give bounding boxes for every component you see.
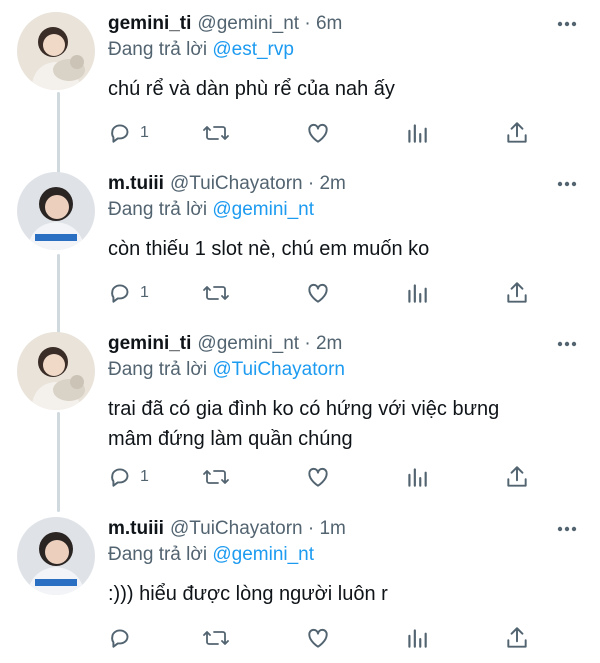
more-options-icon[interactable] <box>556 519 578 539</box>
like-button[interactable] <box>304 278 332 308</box>
avatar[interactable] <box>17 172 95 250</box>
share-button[interactable] <box>504 623 530 653</box>
more-options-icon[interactable] <box>556 174 578 194</box>
replying-to: Đang trả lời @TuiChayatorn <box>108 358 345 382</box>
author-name[interactable]: m.tuiii <box>108 173 164 194</box>
tweet-text: trai đã có gia đình ko có hứng với việc … <box>108 394 578 454</box>
author-handle[interactable]: @TuiChayatorn <box>170 518 303 539</box>
share-icon <box>507 122 527 143</box>
share-icon <box>507 282 527 303</box>
retweet-icon <box>203 286 229 300</box>
reply-icon <box>111 629 129 648</box>
tweet[interactable]: gemini_ti @gemini_nt · 2m Đang trả lời @T… <box>0 332 600 508</box>
reply-button[interactable]: 1 <box>108 462 149 492</box>
analytics-button[interactable] <box>404 278 430 308</box>
replying-label: Đang trả lời <box>108 544 208 565</box>
analytics-icon <box>408 629 427 648</box>
avatar[interactable] <box>17 517 95 595</box>
tweet[interactable]: m.tuiii @TuiChayatorn · 1m Đang trả lời @… <box>0 517 600 663</box>
analytics-icon <box>408 124 427 143</box>
tweet-actions: 1 <box>108 278 540 308</box>
reply-count: 1 <box>140 284 149 301</box>
reply-icon <box>111 124 129 143</box>
like-button[interactable] <box>304 623 332 653</box>
tweet-text: chú rể và dàn phù rể của nah ấy <box>108 74 578 104</box>
more-options-icon[interactable] <box>556 334 578 354</box>
reply-count: 1 <box>140 124 149 141</box>
author-name[interactable]: gemini_ti <box>108 13 191 34</box>
analytics-button[interactable] <box>404 462 430 492</box>
retweet-icon <box>203 470 229 484</box>
reply-button[interactable]: 1 <box>108 118 149 148</box>
reply-mention[interactable]: @est_rvp <box>212 39 294 60</box>
analytics-icon <box>408 284 427 303</box>
heart-icon <box>308 123 328 143</box>
like-button[interactable] <box>304 118 332 148</box>
tweet-actions <box>108 623 540 653</box>
reply-mention[interactable]: @TuiChayatorn <box>212 359 345 380</box>
heart-icon <box>308 283 328 303</box>
tweet-time[interactable]: · 2m <box>304 333 342 354</box>
retweet-icon <box>203 126 229 140</box>
replying-to: Đang trả lời @est_rvp <box>108 38 294 62</box>
replying-label: Đang trả lời <box>108 359 208 380</box>
reply-icon <box>111 284 129 303</box>
retweet-icon <box>203 631 229 645</box>
share-button[interactable] <box>504 278 530 308</box>
retweet-button[interactable] <box>202 118 230 148</box>
replying-to: Đang trả lời @gemini_nt <box>108 543 314 567</box>
author-name[interactable]: gemini_ti <box>108 333 191 354</box>
analytics-button[interactable] <box>404 118 430 148</box>
replying-label: Đang trả lời <box>108 199 208 220</box>
tweet-actions: 1 <box>108 118 540 148</box>
author-name[interactable]: m.tuiii <box>108 518 164 539</box>
analytics-button[interactable] <box>404 623 430 653</box>
replying-to: Đang trả lời @gemini_nt <box>108 198 314 222</box>
tweet-time[interactable]: · 2m <box>308 173 346 194</box>
retweet-button[interactable] <box>202 623 230 653</box>
analytics-icon <box>408 468 427 487</box>
author-handle[interactable]: @gemini_nt <box>197 333 299 354</box>
share-button[interactable] <box>504 118 530 148</box>
tweet-text: :))) hiểu được lòng người luôn r <box>108 579 578 609</box>
share-icon <box>507 627 527 648</box>
tweet-text-line: còn thiếu 1 slot nè, chú em muốn ko <box>108 238 430 260</box>
author-handle[interactable]: @TuiChayatorn <box>170 173 303 194</box>
heart-icon <box>308 467 328 487</box>
tweet-text: còn thiếu 1 slot nè, chú em muốn ko <box>108 234 578 264</box>
share-icon <box>507 466 527 487</box>
reply-mention[interactable]: @gemini_nt <box>212 199 314 220</box>
replying-label: Đang trả lời <box>108 39 208 60</box>
reply-button[interactable]: 1 <box>108 278 149 308</box>
tweet-text-line: mâm đứng làm quần chúng <box>108 428 353 450</box>
reply-icon <box>111 468 129 487</box>
retweet-button[interactable] <box>202 278 230 308</box>
tweet-actions: 1 <box>108 462 540 492</box>
tweet-time[interactable]: · 1m <box>308 518 346 539</box>
reply-mention[interactable]: @gemini_nt <box>212 544 314 565</box>
avatar[interactable] <box>17 12 95 90</box>
reply-count: 1 <box>140 468 149 485</box>
heart-icon <box>308 628 328 648</box>
retweet-button[interactable] <box>202 462 230 492</box>
tweet-text-line: trai đã có gia đình ko có hứng với việc … <box>108 398 500 420</box>
tweet-text-line: :))) hiểu được lòng người luôn r <box>108 583 388 605</box>
tweet-time[interactable]: · 6m <box>304 13 342 34</box>
avatar[interactable] <box>17 332 95 410</box>
share-button[interactable] <box>504 462 530 492</box>
author-handle[interactable]: @gemini_nt <box>197 13 299 34</box>
tweet-text-line: chú rể và dàn phù rể của nah ấy <box>108 78 395 100</box>
tweet[interactable]: m.tuiii @TuiChayatorn · 2m Đang trả lời @… <box>0 172 600 322</box>
tweet[interactable]: gemini_ti @gemini_nt · 6m Đang trả lời @e… <box>0 12 600 162</box>
like-button[interactable] <box>304 462 332 492</box>
reply-button[interactable] <box>108 623 140 653</box>
more-options-icon[interactable] <box>556 14 578 34</box>
